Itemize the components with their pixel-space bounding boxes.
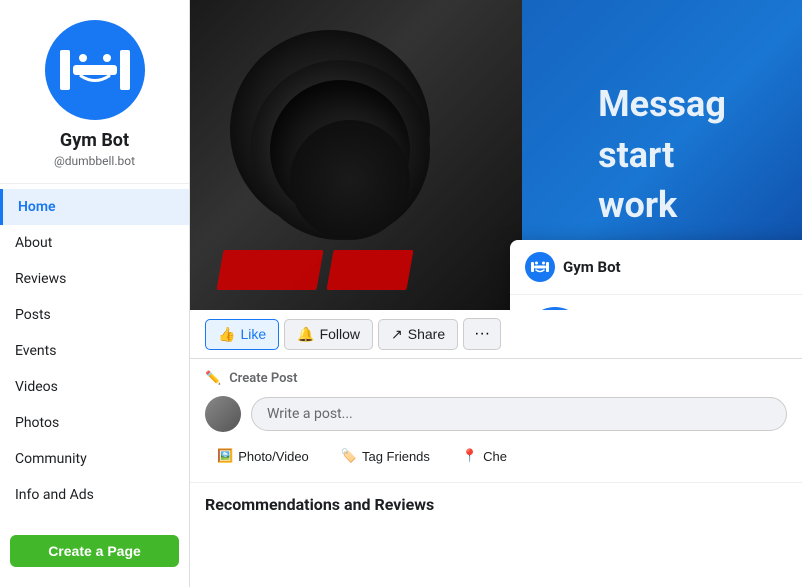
- cover-area: Messag start work: [190, 0, 802, 310]
- sidebar-profile: Gym Bot @dumbbell.bot: [0, 0, 189, 184]
- action-bar: 👍 Like 🔔 Follow ↗ Share ···: [190, 310, 802, 359]
- follow-icon: 🔔: [297, 326, 314, 343]
- photo-icon: 🖼️: [217, 448, 233, 464]
- reviews-title: Recommendations and Reviews: [205, 495, 787, 514]
- popup-info-row: 169 people like this Health/Beauty: [525, 307, 802, 310]
- create-post-header: ✏️ Create Post: [205, 371, 787, 386]
- sidebar-item-posts[interactable]: Posts: [0, 297, 189, 333]
- reviews-section: Recommendations and Reviews: [190, 483, 802, 587]
- sidebar-item-about[interactable]: About: [0, 225, 189, 261]
- profile-handle: @dumbbell.bot: [54, 154, 135, 168]
- profile-name: Gym Bot: [60, 130, 129, 151]
- popup-avatar: [525, 307, 585, 310]
- checkin-icon: 📍: [462, 448, 478, 464]
- check-in-label: Che: [483, 449, 507, 464]
- cover-left: [190, 0, 522, 310]
- cover-line-3: work: [598, 180, 726, 230]
- post-input[interactable]: Write a post...: [251, 397, 787, 431]
- create-page-button[interactable]: Create a Page: [10, 535, 179, 567]
- sidebar-item-photos[interactable]: Photos: [0, 405, 189, 441]
- cover-text: Messag start work: [578, 59, 746, 250]
- share-icon: ↗: [391, 326, 403, 343]
- check-in-button[interactable]: 📍 Che: [450, 442, 519, 470]
- like-icon: 👍: [218, 326, 235, 343]
- like-label: Like: [240, 326, 266, 342]
- post-composer: Write a post...: [205, 396, 787, 432]
- photo-video-button[interactable]: 🖼️ Photo/Video: [205, 442, 321, 470]
- share-button[interactable]: ↗ Share: [378, 319, 458, 350]
- more-button[interactable]: ···: [463, 318, 501, 350]
- follow-label: Follow: [320, 326, 360, 342]
- sidebar-item-home[interactable]: Home: [0, 189, 189, 225]
- post-actions: 🖼️ Photo/Video 🏷️ Tag Friends 📍 Che: [205, 442, 787, 470]
- create-post-label: Create Post: [229, 371, 297, 386]
- popup-title: Gym Bot: [563, 258, 621, 276]
- cover-line-2: start: [598, 130, 726, 180]
- sidebar-item-reviews[interactable]: Reviews: [0, 261, 189, 297]
- profile-avatar: [45, 20, 145, 120]
- sidebar-nav: Home About Reviews Posts Events Videos P…: [0, 184, 189, 525]
- pencil-icon: ✏️: [205, 371, 221, 386]
- post-area: ✏️ Create Post Write a post... 🖼️ Photo/…: [190, 359, 802, 483]
- popup-header: Gym Bot ×: [510, 240, 802, 295]
- composer-avatar: [205, 396, 241, 432]
- tag-friends-button[interactable]: 🏷️ Tag Friends: [329, 442, 442, 470]
- cover-line-1: Messag: [598, 79, 726, 129]
- tag-friends-label: Tag Friends: [362, 449, 430, 464]
- sidebar-item-community[interactable]: Community: [0, 441, 189, 477]
- photo-video-label: Photo/Video: [238, 449, 309, 464]
- sidebar: Gym Bot @dumbbell.bot Home About Reviews…: [0, 0, 190, 587]
- popup-body: 169 people like this Health/Beauty 💬 Typ…: [510, 295, 802, 310]
- tag-icon: 🏷️: [341, 448, 357, 464]
- follow-button[interactable]: 🔔 Follow: [284, 319, 373, 350]
- popup-left: 169 people like this Health/Beauty 💬 Typ…: [510, 295, 802, 310]
- like-button[interactable]: 👍 Like: [205, 319, 279, 350]
- sidebar-item-videos[interactable]: Videos: [0, 369, 189, 405]
- sidebar-item-info-and-ads[interactable]: Info and Ads: [0, 477, 189, 513]
- share-label: Share: [408, 326, 445, 342]
- sidebar-item-events[interactable]: Events: [0, 333, 189, 369]
- popup-overlay: Gym Bot ×: [510, 240, 802, 310]
- main-content: Messag start work: [190, 0, 802, 587]
- popup-page-icon: [525, 252, 555, 282]
